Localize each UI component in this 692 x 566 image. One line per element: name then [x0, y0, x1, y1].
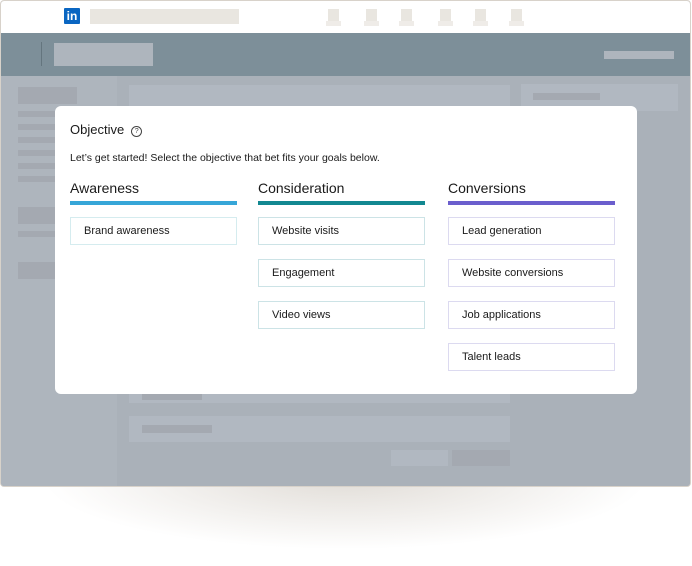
- column-heading: Conversions: [448, 180, 526, 196]
- objective-option-website-conversions[interactable]: Website conversions: [448, 259, 615, 287]
- nav-placeholder-icon[interactable]: [438, 9, 453, 26]
- column-heading: Consideration: [258, 180, 345, 196]
- nav-placeholder-icon[interactable]: [364, 9, 379, 26]
- column-color-rule: [448, 201, 615, 205]
- objective-column-consideration: Consideration Website visits Engagement …: [258, 180, 425, 329]
- secondary-button-placeholder[interactable]: [391, 450, 448, 466]
- sidebar-heading-placeholder: [18, 87, 77, 104]
- top-nav-bar: in: [1, 1, 690, 33]
- nav-placeholder-icon[interactable]: [509, 9, 524, 26]
- objective-column-awareness: Awareness Brand awareness: [70, 180, 237, 245]
- sub-header: [1, 33, 690, 76]
- nav-placeholder-icon[interactable]: [473, 9, 488, 26]
- objective-option-talent-leads[interactable]: Talent leads: [448, 343, 615, 371]
- objective-option-website-visits[interactable]: Website visits: [258, 217, 425, 245]
- linkedin-logo-icon[interactable]: in: [64, 8, 80, 24]
- objective-modal: Objective? Let’s get started! Select the…: [55, 106, 637, 394]
- search-input[interactable]: [90, 9, 239, 24]
- help-icon[interactable]: ?: [131, 126, 143, 137]
- column-heading: Awareness: [70, 180, 140, 196]
- account-title-placeholder: [54, 43, 153, 66]
- column-color-rule: [258, 201, 425, 205]
- column-color-rule: [70, 201, 237, 205]
- objective-option-job-applications[interactable]: Job applications: [448, 301, 615, 329]
- objective-option-brand-awareness[interactable]: Brand awareness: [70, 217, 237, 245]
- divider: [41, 42, 42, 66]
- objective-option-lead-generation[interactable]: Lead generation: [448, 217, 615, 245]
- row-text-placeholder: [142, 425, 212, 433]
- objective-option-video-views[interactable]: Video views: [258, 301, 425, 329]
- right-panel-text-placeholder: [533, 93, 600, 100]
- nav-placeholder-icon[interactable]: [326, 9, 341, 26]
- modal-title-text: Objective: [70, 122, 125, 137]
- header-action-placeholder[interactable]: [604, 51, 674, 59]
- modal-title: Objective?: [70, 122, 143, 137]
- objective-column-conversions: Conversions Lead generation Website conv…: [448, 180, 615, 371]
- row-text-placeholder: [142, 394, 202, 400]
- primary-button-placeholder[interactable]: [452, 450, 510, 466]
- objective-option-engagement[interactable]: Engagement: [258, 259, 425, 287]
- modal-subtitle: Let’s get started! Select the objective …: [70, 152, 380, 164]
- nav-placeholder-icon[interactable]: [399, 9, 414, 26]
